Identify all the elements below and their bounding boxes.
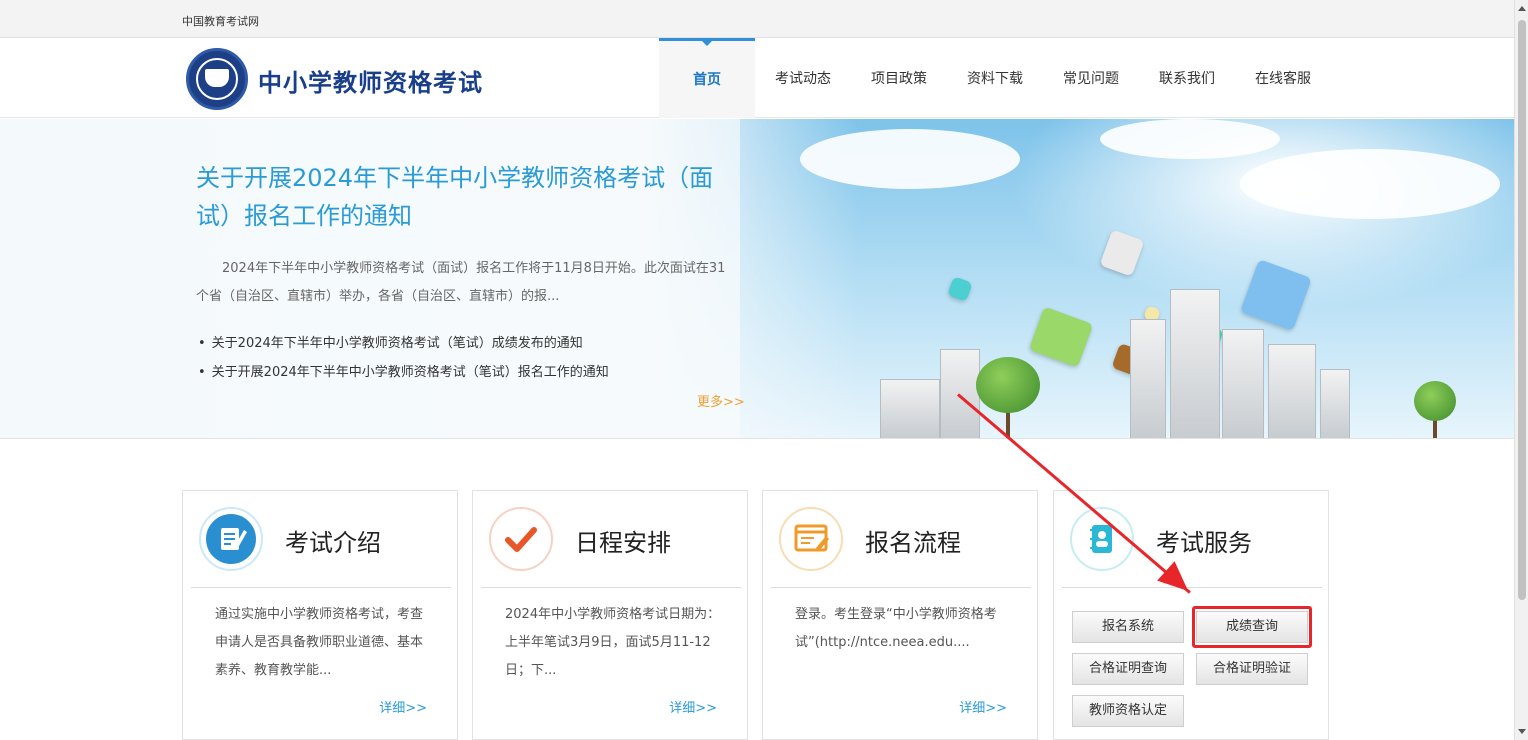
headline-news-title[interactable]: 关于开展2024年下半年中小学教师资格考试（面试）报名工作的通知	[196, 159, 736, 235]
card-description: 通过实施中小学教师资格考试，考查申请人是否具备教师职业道德、基本素养、教育教学能…	[215, 607, 424, 678]
nav-downloads[interactable]: 资料下载	[947, 38, 1043, 118]
banner: 关于开展2024年下半年中小学教师资格考试（面试）报名工作的通知 2024年下半…	[0, 119, 1514, 439]
card-schedule: 日程安排 2024年中小学教师资格考试日期为：上半年笔试3月9日，面试5月11-…	[472, 490, 748, 740]
nav-contact[interactable]: 联系我们	[1139, 38, 1235, 118]
main-nav: 首页 考试动态 项目政策 资料下载 常见问题 联系我们 在线客服	[659, 38, 1331, 118]
detail-link[interactable]: 详细>>	[959, 697, 1007, 716]
brand-title[interactable]: 中小学教师资格考试	[258, 63, 483, 98]
checkmark-icon	[489, 507, 553, 571]
more-news-link[interactable]: 更多>>	[697, 391, 745, 410]
card-registration-process: 报名流程 登录。考生登录“中小学教师资格考试”(http://ntce.neea…	[762, 490, 1038, 740]
detail-link[interactable]: 详细>>	[669, 697, 717, 716]
card-exam-services: 考试服务 报名系统 成绩查询 合格证明查询 合格证明验证 教师资格认定	[1053, 490, 1329, 740]
form-browser-icon	[779, 507, 843, 571]
detail-link[interactable]: 详细>>	[379, 697, 427, 716]
news-link[interactable]: 关于2024年下半年中小学教师资格考试（笔试）成绩发布的通知	[198, 329, 609, 358]
card-title[interactable]: 考试介绍	[285, 523, 381, 558]
headline-news-summary: 2024年下半年中小学教师资格考试（面试）报名工作将于11月8日开始。此次面试在…	[196, 261, 726, 304]
feature-cards: 考试介绍 通过实施中小学教师资格考试，考查申请人是否具备教师职业道德、基本素养、…	[182, 490, 1330, 740]
logo-emblem-icon[interactable]	[186, 48, 248, 110]
score-query-highlight-box	[1192, 606, 1312, 648]
certificate-query-button[interactable]: 合格证明查询	[1072, 653, 1184, 685]
site-name-link[interactable]: 中国教育考试网	[182, 13, 259, 29]
document-edit-icon	[199, 507, 263, 571]
scrollbar-thumb[interactable]	[1518, 20, 1526, 600]
registration-system-button[interactable]: 报名系统	[1072, 611, 1184, 643]
nav-exam-news[interactable]: 考试动态	[755, 38, 851, 118]
nav-faq[interactable]: 常见问题	[1043, 38, 1139, 118]
card-title[interactable]: 日程安排	[575, 523, 671, 558]
nav-online-service[interactable]: 在线客服	[1235, 38, 1331, 118]
nav-policies[interactable]: 项目政策	[851, 38, 947, 118]
scroll-down-icon[interactable]	[1518, 729, 1526, 734]
teacher-qualification-button[interactable]: 教师资格认定	[1072, 695, 1184, 727]
nav-home[interactable]: 首页	[659, 38, 755, 118]
card-title[interactable]: 考试服务	[1156, 523, 1252, 558]
card-exam-intro: 考试介绍 通过实施中小学教师资格考试，考查申请人是否具备教师职业道德、基本素养、…	[182, 490, 458, 740]
top-strip: 中国教育考试网	[0, 0, 1514, 38]
card-title[interactable]: 报名流程	[865, 523, 961, 558]
scroll-up-icon[interactable]	[1518, 6, 1526, 11]
vertical-scrollbar[interactable]	[1514, 0, 1528, 740]
news-list: 关于2024年下半年中小学教师资格考试（笔试）成绩发布的通知 关于开展2024年…	[198, 329, 609, 387]
card-description: 2024年中小学教师资格考试日期为：上半年笔试3月9日，面试5月11-12日；下…	[505, 607, 721, 678]
news-link[interactable]: 关于开展2024年下半年中小学教师资格考试（笔试）报名工作的通知	[198, 358, 609, 387]
certificate-verify-button[interactable]: 合格证明验证	[1196, 653, 1308, 685]
card-description: 登录。考生登录“中小学教师资格考试”(http://ntce.neea.edu.…	[795, 607, 997, 650]
header: 中小学教师资格考试 首页 考试动态 项目政策 资料下载 常见问题 联系我们 在线…	[0, 38, 1514, 118]
